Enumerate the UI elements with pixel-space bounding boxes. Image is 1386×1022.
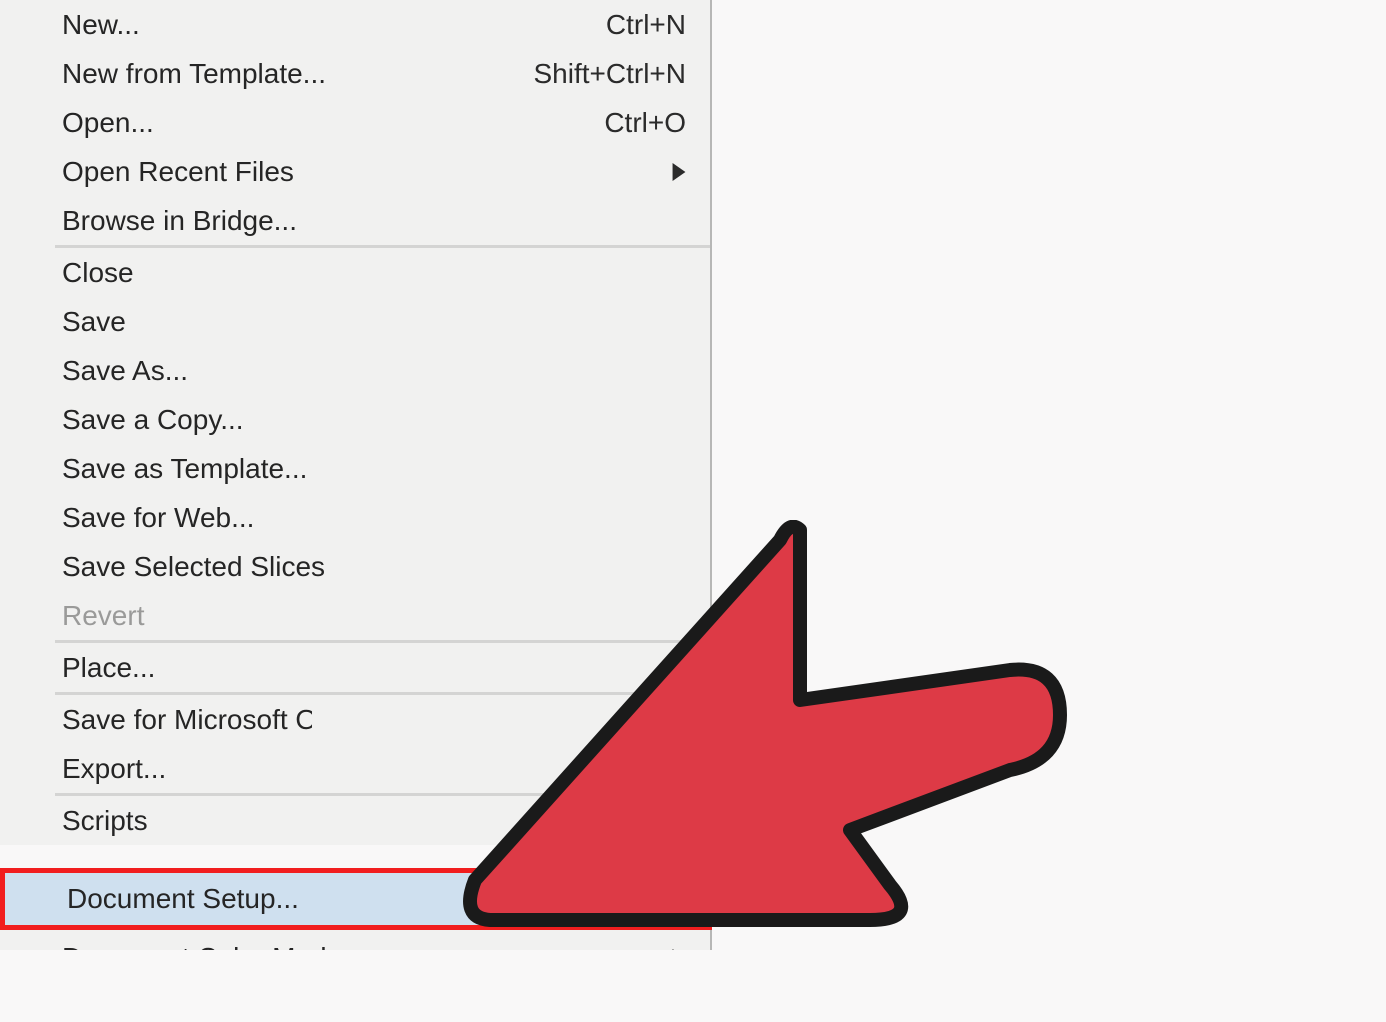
- menu-item-label: Document Color Mode: [62, 942, 672, 950]
- menu-item-label: Document Setup...: [67, 883, 707, 915]
- menu-item-label: Browse in Bridge...: [62, 205, 686, 237]
- menu-item-label: Save a Copy...: [62, 404, 686, 436]
- menu-item-shortcut: Ctrl+N: [606, 9, 686, 41]
- menu-item-revert: Revert: [0, 591, 710, 640]
- menu-item-save-as-template[interactable]: Save as Template...: [0, 444, 710, 493]
- menu-item-save[interactable]: Save: [0, 297, 710, 346]
- menu-item-browse-in-bridge[interactable]: Browse in Bridge...: [0, 196, 710, 245]
- submenu-arrow-icon: [672, 163, 686, 181]
- menu-item-label: Scripts: [62, 805, 686, 837]
- menu-item-save-selected-slices[interactable]: Save Selected Slices: [0, 542, 710, 591]
- menu-item-save-for-web[interactable]: Save for Web...: [0, 493, 710, 542]
- menu-item-label: Save for Microsoft O: [62, 704, 312, 736]
- menu-item-new[interactable]: New... Ctrl+N: [0, 0, 710, 49]
- menu-item-save-a-copy[interactable]: Save a Copy...: [0, 395, 710, 444]
- menu-item-label: Revert: [62, 600, 686, 632]
- menu-item-label: Save Selected Slices: [62, 551, 686, 583]
- menu-item-label: Save for Web...: [62, 502, 686, 534]
- menu-item-label: New...: [62, 9, 606, 41]
- menu-item-new-from-template[interactable]: New from Template... Shift+Ctrl+N: [0, 49, 710, 98]
- menu-item-export[interactable]: Export...: [0, 744, 710, 793]
- menu-item-label: Open Recent Files: [62, 156, 672, 188]
- menu-item-label: Open...: [62, 107, 604, 139]
- menu-item-shortcut: Ctrl+O: [604, 107, 686, 139]
- file-menu: New... Ctrl+N New from Template... Shift…: [0, 0, 712, 845]
- menu-item-open-recent-files[interactable]: Open Recent Files: [0, 147, 710, 196]
- menu-item-label: New from Template...: [62, 58, 534, 90]
- menu-item-label: Save: [62, 306, 686, 338]
- menu-item-open[interactable]: Open... Ctrl+O: [0, 98, 710, 147]
- menu-item-label: Save as Template...: [62, 453, 686, 485]
- menu-item-label: Save As...: [62, 355, 686, 387]
- menu-item-document-color-mode[interactable]: Document Color Mode: [0, 930, 712, 950]
- menu-item-label: Export...: [62, 753, 686, 785]
- menu-item-shortcut: Shift+Ctrl+N: [534, 58, 687, 90]
- menu-item-label: Place...: [62, 652, 686, 684]
- menu-item-close[interactable]: Close: [0, 248, 710, 297]
- menu-item-document-setup[interactable]: Document Setup...: [0, 868, 712, 930]
- menu-item-scripts[interactable]: Scripts: [0, 796, 710, 845]
- menu-item-save-as[interactable]: Save As...: [0, 346, 710, 395]
- menu-item-save-for-microsoft-office[interactable]: Save for Microsoft O: [0, 695, 710, 744]
- menu-item-place[interactable]: Place...: [0, 643, 710, 692]
- submenu-arrow-icon: [672, 949, 686, 950]
- menu-item-label: Close: [62, 257, 686, 289]
